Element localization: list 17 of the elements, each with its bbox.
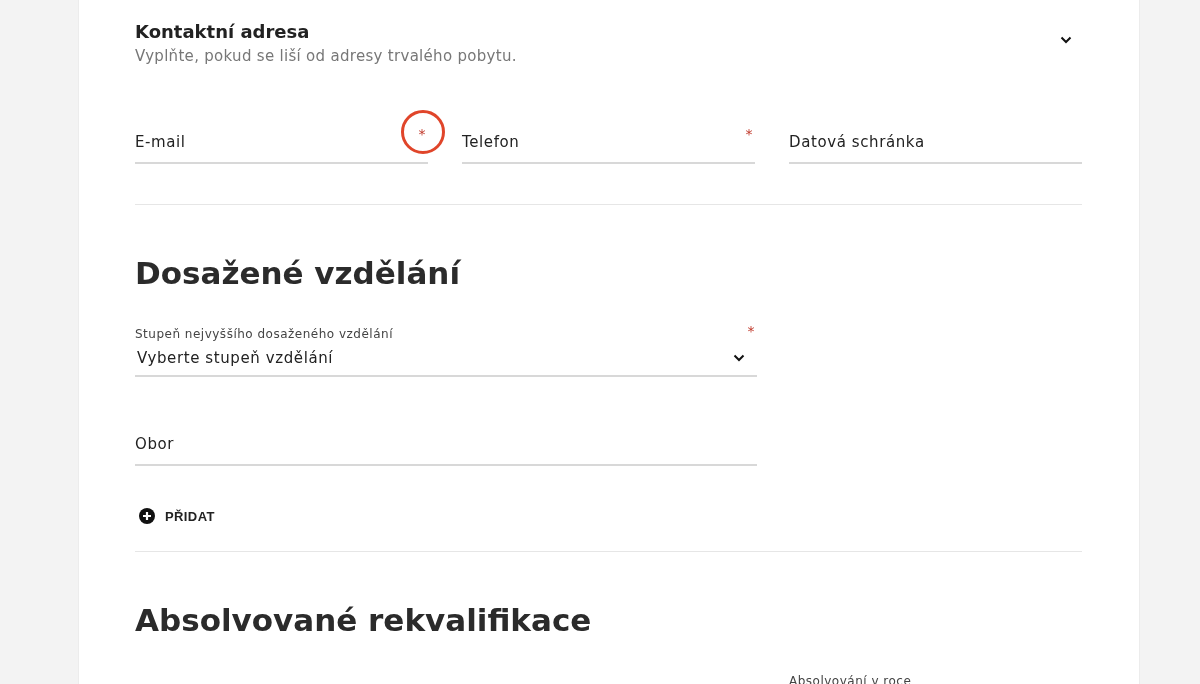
section-description: Vyplňte, pokud se liší od adresy trvalého pobytu. bbox=[135, 46, 517, 67]
select-field[interactable]: Stupeň nejvyššího dosaženého vzdělání * Vyberte stupeň vzdělání bbox=[135, 327, 757, 377]
field-label: Telefon bbox=[462, 132, 520, 152]
input-field[interactable]: Datová schránka bbox=[789, 132, 1082, 164]
add-button[interactable]: PŘIDAT bbox=[139, 508, 215, 524]
field-label: E-mail bbox=[135, 132, 186, 152]
field-label: Stupeň nejvyššího dosaženého vzdělání bbox=[135, 327, 393, 341]
field-label: Obor bbox=[135, 434, 175, 454]
select-value: Vyberte stupeň vzdělání bbox=[137, 349, 334, 367]
plus-circle-icon bbox=[139, 508, 155, 524]
section-heading: Absolvované rekvalifikace bbox=[135, 601, 593, 640]
section-heading: Dosažené vzdělání bbox=[135, 254, 462, 293]
chevron-icon bbox=[733, 354, 745, 362]
input-field[interactable]: Obor bbox=[135, 434, 757, 466]
chevron-icon bbox=[1060, 36, 1072, 44]
section-title: Kontaktní adresa bbox=[135, 20, 311, 44]
field-label: Datová schránka bbox=[789, 132, 925, 152]
